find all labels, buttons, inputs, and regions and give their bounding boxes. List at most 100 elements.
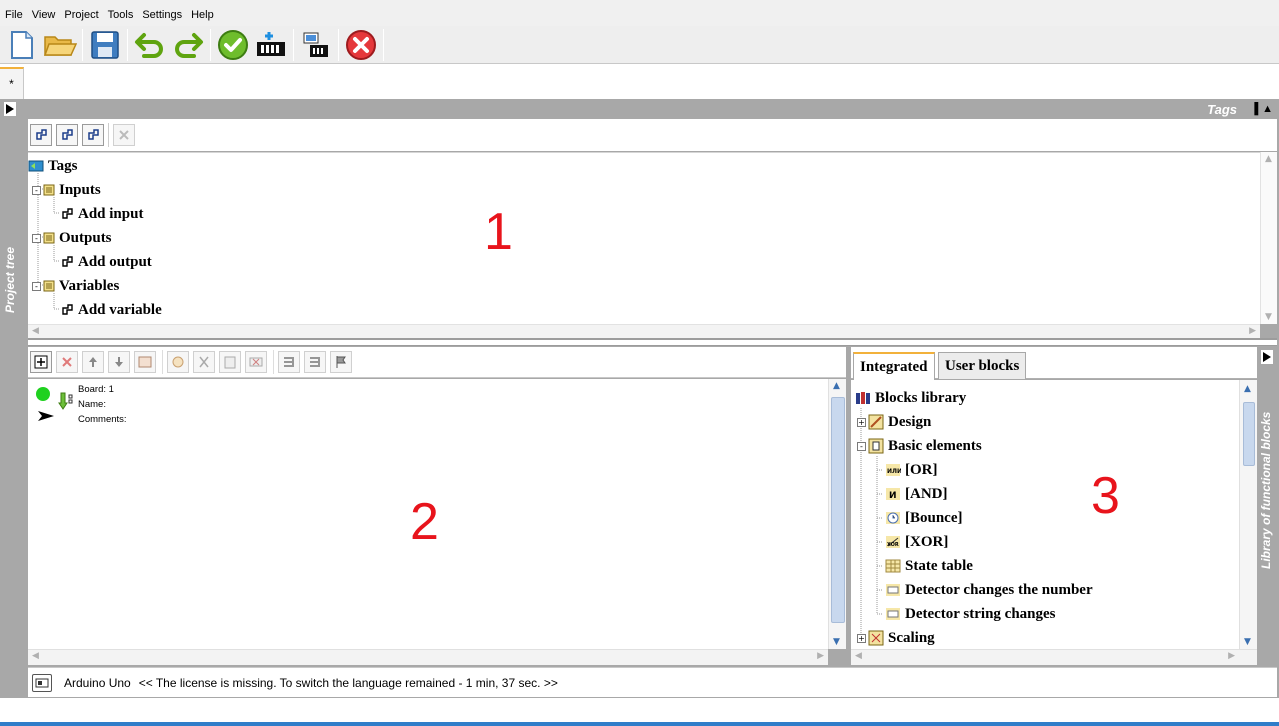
collapse-icon[interactable]: -: [32, 185, 41, 195]
scrollbar-thumb[interactable]: [831, 397, 845, 623]
scroll-up-icon[interactable]: ▲: [1244, 384, 1251, 394]
collapse-icon[interactable]: -: [32, 281, 41, 291]
tags-vertical-scrollbar[interactable]: ▲ ▼: [1260, 152, 1277, 324]
tree-item-label: Basic elements: [888, 437, 982, 454]
document-tab[interactable]: *: [0, 67, 24, 99]
library-tabs: Integrated User blocks: [851, 347, 1257, 380]
save-button[interactable]: [87, 28, 123, 62]
library-strip[interactable]: Library of functional blocks: [1257, 347, 1277, 665]
tree-item-inputs[interactable]: - Inputs: [32, 180, 101, 200]
arrow-up-icon: [89, 357, 97, 367]
panel-splitter[interactable]: [28, 338, 1277, 346]
toolbar-separator: [82, 28, 83, 61]
scroll-left-icon[interactable]: ◀: [32, 651, 39, 661]
redo-button[interactable]: [170, 28, 206, 62]
library-item-bounce[interactable]: [Bounce]: [885, 508, 963, 528]
scroll-down-icon[interactable]: ▼: [1244, 637, 1251, 647]
scroll-left-icon[interactable]: ◀: [855, 651, 862, 661]
project-tree-strip[interactable]: Project tree: [0, 99, 22, 698]
tree-item-variables[interactable]: - Variables: [32, 276, 119, 296]
board-status-indicator: [36, 387, 50, 401]
delete-block-button[interactable]: [245, 351, 267, 373]
workspace-vertical-scrollbar[interactable]: ▲ ▼: [828, 379, 846, 649]
menu-tools[interactable]: Tools: [105, 0, 140, 26]
tree-item-add-output[interactable]: Add output: [60, 252, 152, 272]
undo-icon: [135, 32, 163, 58]
align-button[interactable]: [278, 351, 300, 373]
scroll-down-icon[interactable]: ▼: [833, 637, 840, 647]
tree-item-add-input[interactable]: Add input: [60, 204, 143, 224]
expand-icon[interactable]: +: [857, 633, 866, 643]
tags-horizontal-scrollbar[interactable]: ◀ ▶: [28, 324, 1260, 338]
menu-project[interactable]: Project: [61, 0, 104, 26]
delete-board-button[interactable]: [56, 351, 78, 373]
expand-icon[interactable]: +: [857, 417, 866, 427]
collapse-icon[interactable]: -: [857, 441, 866, 451]
menu-help[interactable]: Help: [188, 0, 220, 26]
collapse-panel-icon[interactable]: ▌▲: [1254, 103, 1273, 115]
library-vertical-scrollbar[interactable]: ▲ ▼: [1239, 380, 1257, 649]
library-item-basic-elements[interactable]: - Basic elements: [857, 436, 982, 456]
menu-view[interactable]: View: [29, 0, 62, 26]
paste-button[interactable]: [219, 351, 241, 373]
tab-integrated[interactable]: Integrated: [853, 352, 935, 380]
and-block-icon: И: [886, 488, 900, 501]
add-board-button[interactable]: [30, 351, 52, 373]
library-item-xor[interactable]: XOR [XOR]: [885, 532, 948, 552]
expand-arrow-icon[interactable]: [4, 102, 16, 116]
stop-button[interactable]: [343, 28, 379, 62]
scroll-down-icon[interactable]: ▼: [1265, 312, 1272, 322]
flag-button[interactable]: [330, 351, 352, 373]
library-item-detector-number[interactable]: Detector changes the number: [885, 580, 1093, 600]
menu-settings[interactable]: Settings: [139, 0, 188, 26]
tags-root-icon: [28, 160, 44, 172]
tags-panel-header: Tags ▌▲: [28, 100, 1277, 119]
open-folder-button[interactable]: [42, 28, 78, 62]
new-file-button[interactable]: [4, 28, 40, 62]
add-tag-icon: [36, 129, 47, 140]
expand-arrow-icon[interactable]: [1261, 350, 1273, 364]
tab-user-blocks[interactable]: User blocks: [938, 352, 1027, 379]
move-up-button[interactable]: [82, 351, 104, 373]
scroll-up-icon[interactable]: ▲: [833, 381, 840, 391]
library-item-state-table[interactable]: State table: [885, 556, 973, 576]
cut-button[interactable]: [193, 351, 215, 373]
library-horizontal-scrollbar[interactable]: ◀ ▶: [851, 649, 1257, 665]
undo-button[interactable]: [132, 28, 168, 62]
align-remove-button[interactable]: [304, 351, 326, 373]
upload-button[interactable]: [298, 28, 334, 62]
compile-button[interactable]: [253, 28, 289, 62]
tree-item-add-variable[interactable]: Add variable: [60, 300, 162, 320]
add-tag-icon: [62, 304, 73, 315]
workspace-horizontal-scrollbar[interactable]: ◀ ▶: [28, 649, 828, 665]
menu-file[interactable]: File: [2, 0, 29, 26]
board-name-label[interactable]: Name:: [78, 399, 106, 410]
add-variable-tag-button[interactable]: [82, 124, 104, 146]
move-down-button[interactable]: [108, 351, 130, 373]
verify-button[interactable]: [215, 28, 251, 62]
scrollbar-thumb[interactable]: [1243, 402, 1255, 466]
library-item-detector-string[interactable]: Detector string changes: [885, 604, 1056, 624]
library-item-design[interactable]: + Design: [857, 412, 931, 432]
scroll-right-icon[interactable]: ▶: [817, 651, 824, 661]
library-item-blocks-library[interactable]: Blocks library: [855, 388, 966, 408]
scroll-right-icon[interactable]: ▶: [1249, 326, 1256, 336]
board-properties-button[interactable]: [134, 351, 156, 373]
collapse-icon[interactable]: -: [32, 233, 41, 243]
delete-tag-button[interactable]: [113, 124, 135, 146]
add-input-tag-button[interactable]: [30, 124, 52, 146]
board-icon[interactable]: [32, 673, 52, 692]
library-item-and[interactable]: И [AND]: [885, 484, 948, 504]
tree-item-tags[interactable]: Tags: [28, 156, 77, 176]
library-item-or[interactable]: ИЛИ [OR]: [885, 460, 938, 480]
scroll-up-icon[interactable]: ▲: [1265, 154, 1272, 164]
select-button[interactable]: [167, 351, 189, 373]
scroll-right-icon[interactable]: ▶: [1228, 651, 1235, 661]
tree-item-outputs[interactable]: - Outputs: [32, 228, 112, 248]
scroll-left-icon[interactable]: ◀: [32, 326, 39, 336]
annotation-number-2: 2: [410, 493, 439, 551]
add-output-tag-button[interactable]: [56, 124, 78, 146]
new-file-icon: [11, 30, 33, 59]
library-item-scaling[interactable]: + Scaling: [857, 628, 935, 648]
board-comments-label[interactable]: Comments:: [78, 414, 127, 425]
